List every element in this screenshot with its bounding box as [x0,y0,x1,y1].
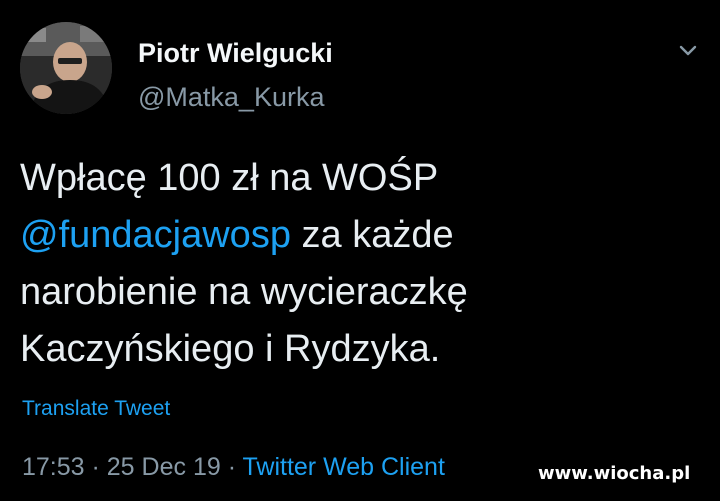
tweet-line: Wpłacę 100 zł na WOŚP [20,157,439,199]
avatar[interactable] [20,22,112,114]
tweet-line: narobienie na wycieraczkę [20,271,468,313]
tweet-text: Wpłacę 100 zł na WOŚP @fundacjawosp za k… [20,150,700,378]
meta-separator: · [84,453,107,481]
tweet-card: Piotr Wielgucki @Matka_Kurka Wpłacę 100 … [0,0,720,501]
tweet-date[interactable]: 25 Dec 19 [107,453,221,481]
user-handle[interactable]: @Matka_Kurka [138,82,324,113]
tweet-time[interactable]: 17:53 [22,453,85,481]
tweet-line-text: za każde [290,214,454,256]
meta-separator: · [220,453,243,481]
tweet-line: Kaczyńskiego i Rydzyka. [20,328,441,370]
avatar-image [20,22,112,114]
mention-link[interactable]: @fundacjawosp [20,214,291,256]
translate-tweet-link[interactable]: Translate Tweet [22,397,170,421]
tweet-metadata: 17:53 · 25 Dec 19 · Twitter Web Client [22,453,445,482]
chevron-down-icon[interactable] [676,40,700,60]
watermark: www.wiocha.pl [538,463,691,484]
tweet-source-link[interactable]: Twitter Web Client [243,453,445,481]
display-name[interactable]: Piotr Wielgucki [138,38,333,69]
tweet-line: @fundacjawosp za każde [20,207,700,264]
